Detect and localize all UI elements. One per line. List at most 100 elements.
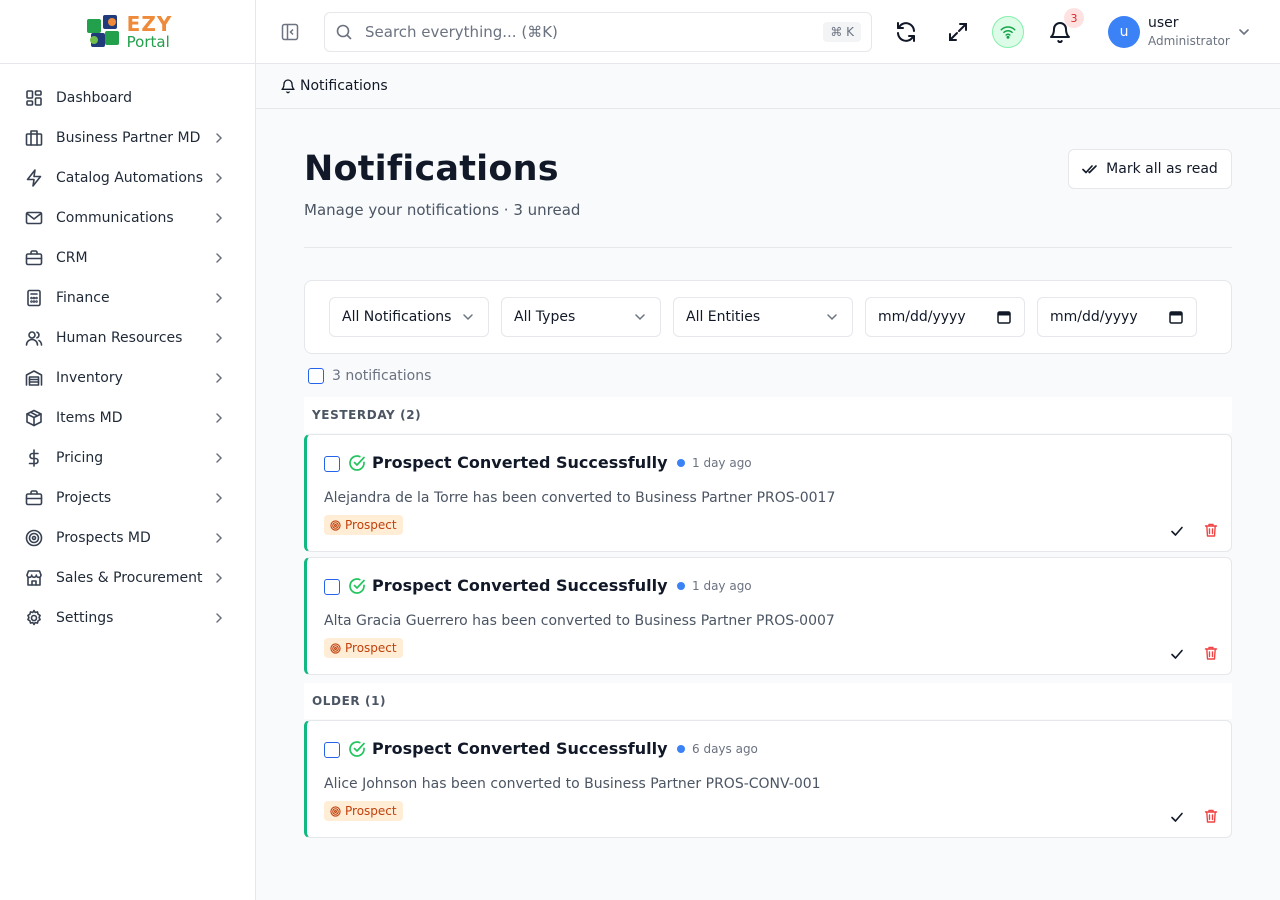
logo[interactable]: EZY Portal bbox=[0, 0, 255, 64]
sidebar-item-business-partner-md[interactable]: Business Partner MD bbox=[0, 118, 255, 158]
mark-read-icon[interactable] bbox=[1169, 809, 1185, 825]
avatar[interactable]: u bbox=[1108, 16, 1140, 48]
sidebar-item-label: CRM bbox=[56, 250, 88, 266]
entity-tag-label: Prospect bbox=[345, 804, 397, 818]
notification-time: 6 days ago bbox=[692, 742, 758, 756]
breadcrumb-current[interactable]: Notifications bbox=[300, 78, 388, 94]
sidebar-item-label: Communications bbox=[56, 210, 174, 226]
select-all-label: 3 notifications bbox=[332, 368, 432, 384]
notification-card[interactable]: Prospect Converted Successfully 1 day ago… bbox=[304, 434, 1232, 552]
chevron-down-icon bbox=[635, 314, 645, 321]
chevron-right-icon bbox=[216, 533, 223, 543]
calendar-icon[interactable] bbox=[1168, 309, 1184, 325]
sidebar-item-label: Prospects MD bbox=[56, 530, 151, 546]
notification-time: 1 day ago bbox=[692, 579, 752, 593]
building-icon bbox=[24, 128, 44, 148]
sidebar-item-label: Inventory bbox=[56, 370, 123, 386]
search-box[interactable]: ⌘ K bbox=[324, 12, 872, 52]
refresh-icon[interactable] bbox=[894, 20, 918, 44]
sidebar-item-catalog-automations[interactable]: Catalog Automations bbox=[0, 158, 255, 198]
select-all-checkbox[interactable] bbox=[308, 368, 324, 384]
chevron-right-icon bbox=[216, 213, 223, 223]
package-icon bbox=[24, 408, 44, 428]
notification-card[interactable]: Prospect Converted Successfully 1 day ago… bbox=[304, 557, 1232, 675]
unread-dot bbox=[677, 582, 685, 590]
sidebar-item-prospects-md[interactable]: Prospects MD bbox=[0, 518, 255, 558]
connection-status[interactable] bbox=[992, 16, 1024, 48]
entity-tag[interactable]: Prospect bbox=[324, 638, 403, 658]
target-icon bbox=[24, 528, 44, 548]
sidebar-item-label: Items MD bbox=[56, 410, 123, 426]
briefcase-icon bbox=[24, 488, 44, 508]
entity-filter-select[interactable]: All Entities bbox=[673, 297, 853, 337]
notification-checkbox[interactable] bbox=[324, 456, 340, 472]
divider bbox=[304, 247, 1232, 248]
logo-icon bbox=[86, 14, 119, 47]
sidebar-item-label: Projects bbox=[56, 490, 112, 506]
chevron-right-icon bbox=[216, 573, 223, 583]
sidebar-item-finance[interactable]: Finance bbox=[0, 278, 255, 318]
breadcrumb: Notifications bbox=[256, 64, 1280, 109]
sidebar-item-label: Dashboard bbox=[56, 90, 132, 106]
sidebar-item-items-md[interactable]: Items MD bbox=[0, 398, 255, 438]
sidebar: EZY Portal Dashboard Business Partner MD C… bbox=[0, 0, 256, 900]
entity-tag-label: Prospect bbox=[345, 641, 397, 655]
wifi-icon bbox=[1000, 26, 1016, 39]
fullscreen-icon[interactable] bbox=[946, 20, 970, 44]
notification-card[interactable]: Prospect Converted Successfully 6 days ag… bbox=[304, 720, 1232, 838]
sidebar-item-label: Settings bbox=[56, 610, 114, 626]
trash-icon[interactable] bbox=[1203, 808, 1219, 824]
entity-tag-label: Prospect bbox=[345, 518, 397, 532]
search-input[interactable] bbox=[365, 23, 824, 41]
sidebar-item-projects[interactable]: Projects bbox=[0, 478, 255, 518]
chevron-right-icon bbox=[216, 373, 223, 383]
sidebar-item-human-resources[interactable]: Human Resources bbox=[0, 318, 255, 358]
calendar-icon[interactable] bbox=[996, 309, 1012, 325]
notification-checkbox[interactable] bbox=[324, 579, 340, 595]
gear-icon bbox=[24, 608, 44, 628]
sidebar-item-crm[interactable]: CRM bbox=[0, 238, 255, 278]
target-icon bbox=[330, 519, 341, 531]
sidebar-item-sales-and-procurement[interactable]: Sales & Procurement bbox=[0, 558, 255, 598]
sidebar-item-inventory[interactable]: Inventory bbox=[0, 358, 255, 398]
app-root: EZY Portal Dashboard Business Partner MD C… bbox=[0, 0, 1280, 900]
chevron-right-icon bbox=[216, 493, 223, 503]
chevron-right-icon bbox=[216, 253, 223, 263]
notification-message: Alice Johnson has been converted to Busi… bbox=[324, 776, 821, 792]
zap-icon bbox=[24, 168, 44, 188]
entity-tag[interactable]: Prospect bbox=[324, 801, 403, 821]
notification-time: 1 day ago bbox=[692, 456, 752, 470]
users-icon bbox=[24, 328, 44, 348]
sidebar-toggle-icon[interactable] bbox=[280, 22, 300, 42]
check-circle-icon bbox=[349, 741, 365, 757]
sidebar-item-dashboard[interactable]: Dashboard bbox=[0, 78, 255, 118]
type-filter-select[interactable]: All Types bbox=[501, 297, 661, 337]
user-role: Administrator bbox=[1148, 34, 1230, 48]
notification-checkbox[interactable] bbox=[324, 742, 340, 758]
dashboard-icon bbox=[24, 88, 44, 108]
sidebar-item-settings[interactable]: Settings bbox=[0, 598, 255, 638]
mail-icon bbox=[24, 208, 44, 228]
status-filter-select[interactable]: All Notifications bbox=[329, 297, 489, 337]
trash-icon[interactable] bbox=[1203, 645, 1219, 661]
user-name[interactable]: user bbox=[1148, 15, 1179, 31]
entity-tag[interactable]: Prospect bbox=[324, 515, 403, 535]
unread-dot bbox=[677, 745, 685, 753]
trash-icon[interactable] bbox=[1203, 522, 1219, 538]
chevron-right-icon bbox=[216, 333, 223, 343]
warehouse-icon bbox=[24, 368, 44, 388]
bell-icon bbox=[281, 79, 295, 94]
date-to-input[interactable]: mm/dd/yyyy bbox=[1037, 297, 1197, 337]
notification-message: Alta Gracia Guerrero has been converted … bbox=[324, 613, 835, 629]
sidebar-item-communications[interactable]: Communications bbox=[0, 198, 255, 238]
sidebar-item-pricing[interactable]: Pricing bbox=[0, 438, 255, 478]
chevron-down-icon bbox=[827, 314, 837, 321]
chevron-down-icon[interactable] bbox=[1236, 24, 1252, 40]
mark-all-read-button[interactable]: Mark all as read bbox=[1068, 149, 1232, 189]
date-from-input[interactable]: mm/dd/yyyy bbox=[865, 297, 1025, 337]
brand-line1: EZY bbox=[126, 11, 173, 36]
chevron-right-icon bbox=[216, 613, 223, 623]
mark-read-icon[interactable] bbox=[1169, 523, 1185, 539]
mark-read-icon[interactable] bbox=[1169, 646, 1185, 662]
sidebar-item-label: Sales & Procurement bbox=[56, 570, 203, 586]
